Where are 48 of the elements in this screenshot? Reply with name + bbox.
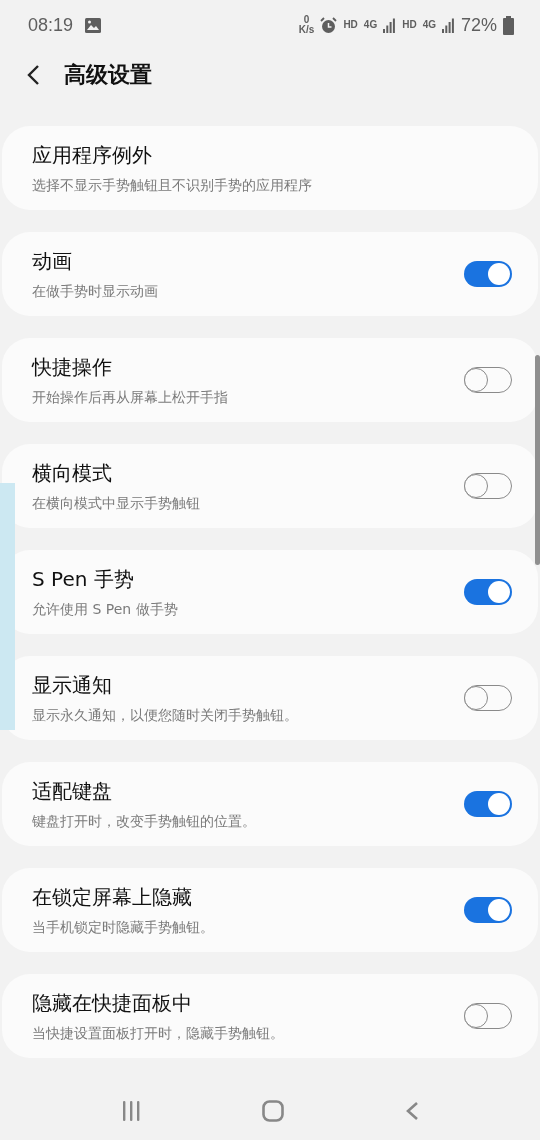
settings-item[interactable]: 隐藏在快捷面板中 当快捷设置面板打开时，隐藏手势触钮。 [2, 974, 538, 1058]
battery-icon [503, 15, 514, 35]
network-type-label: 4G [422, 20, 436, 30]
settings-item[interactable]: 快捷操作 开始操作后再从屏幕上松开手指 [2, 338, 538, 422]
setting-title: 隐藏在快捷面板中 [32, 989, 193, 1017]
image-icon [85, 17, 102, 33]
setting-title: 应用程序例外 [32, 141, 153, 169]
settings-item[interactable]: 横向模式 在横向模式中显示手势触钮 [2, 444, 538, 528]
setting-title: 适配键盘 [32, 777, 113, 805]
recent-apps-icon[interactable] [120, 1101, 141, 1121]
setting-description: 显示永久通知，以便您随时关闭手势触钮。 [32, 706, 299, 725]
setting-title: 快捷操作 [32, 353, 113, 381]
settings-item[interactable]: 动画 在做手势时显示动画 [2, 232, 538, 316]
settings-item[interactable]: 在锁定屏幕上隐藏 当手机锁定时隐藏手势触钮。 [2, 868, 538, 952]
setting-description: 开始操作后再从屏幕上松开手指 [32, 388, 229, 407]
setting-title: 显示通知 [32, 671, 113, 699]
gesture-handle-overlay[interactable] [0, 483, 15, 730]
toggle-switch[interactable] [464, 897, 512, 923]
setting-title: 在锁定屏幕上隐藏 [32, 883, 193, 911]
signal-icon [441, 17, 455, 33]
page-title: 高级设置 [64, 61, 152, 89]
toggle-switch[interactable] [464, 579, 512, 605]
network-type-label: 4G [363, 20, 378, 30]
alarm-icon [320, 16, 338, 34]
toggle-switch[interactable] [464, 261, 512, 287]
hd-label: HD [402, 20, 417, 30]
net-speed-value: 0 [303, 15, 310, 25]
setting-description: 选择不显示手势触钮且不识别手势的应用程序 [32, 176, 313, 195]
clock-time: 08:19 [28, 14, 74, 36]
setting-description: 在做手势时显示动画 [32, 282, 159, 301]
signal-icon [383, 17, 397, 33]
back-icon[interactable] [26, 64, 40, 86]
setting-description: 在横向模式中显示手势触钮 [32, 494, 201, 513]
net-speed-unit: K/s [298, 25, 315, 35]
setting-description: 当手机锁定时隐藏手势触钮。 [32, 918, 215, 937]
battery-percent: 72% [460, 14, 497, 36]
settings-item[interactable]: 适配键盘 键盘打开时，改变手势触钮的位置。 [2, 762, 538, 846]
settings-item[interactable]: 应用程序例外 选择不显示手势触钮且不识别手势的应用程序 [2, 126, 538, 210]
setting-title: 动画 [32, 247, 73, 275]
setting-description: 允许使用 S Pen 做手势 [32, 600, 179, 619]
setting-title: 横向模式 [32, 459, 113, 487]
toggle-switch[interactable] [464, 791, 512, 817]
back-nav-icon[interactable] [405, 1101, 420, 1121]
setting-title: S Pen 手势 [32, 565, 135, 593]
setting-description: 当快捷设置面板打开时，隐藏手势触钮。 [32, 1024, 285, 1043]
home-icon[interactable] [262, 1100, 284, 1122]
hd-label: HD [343, 20, 358, 30]
setting-description: 键盘打开时，改变手势触钮的位置。 [32, 812, 257, 831]
